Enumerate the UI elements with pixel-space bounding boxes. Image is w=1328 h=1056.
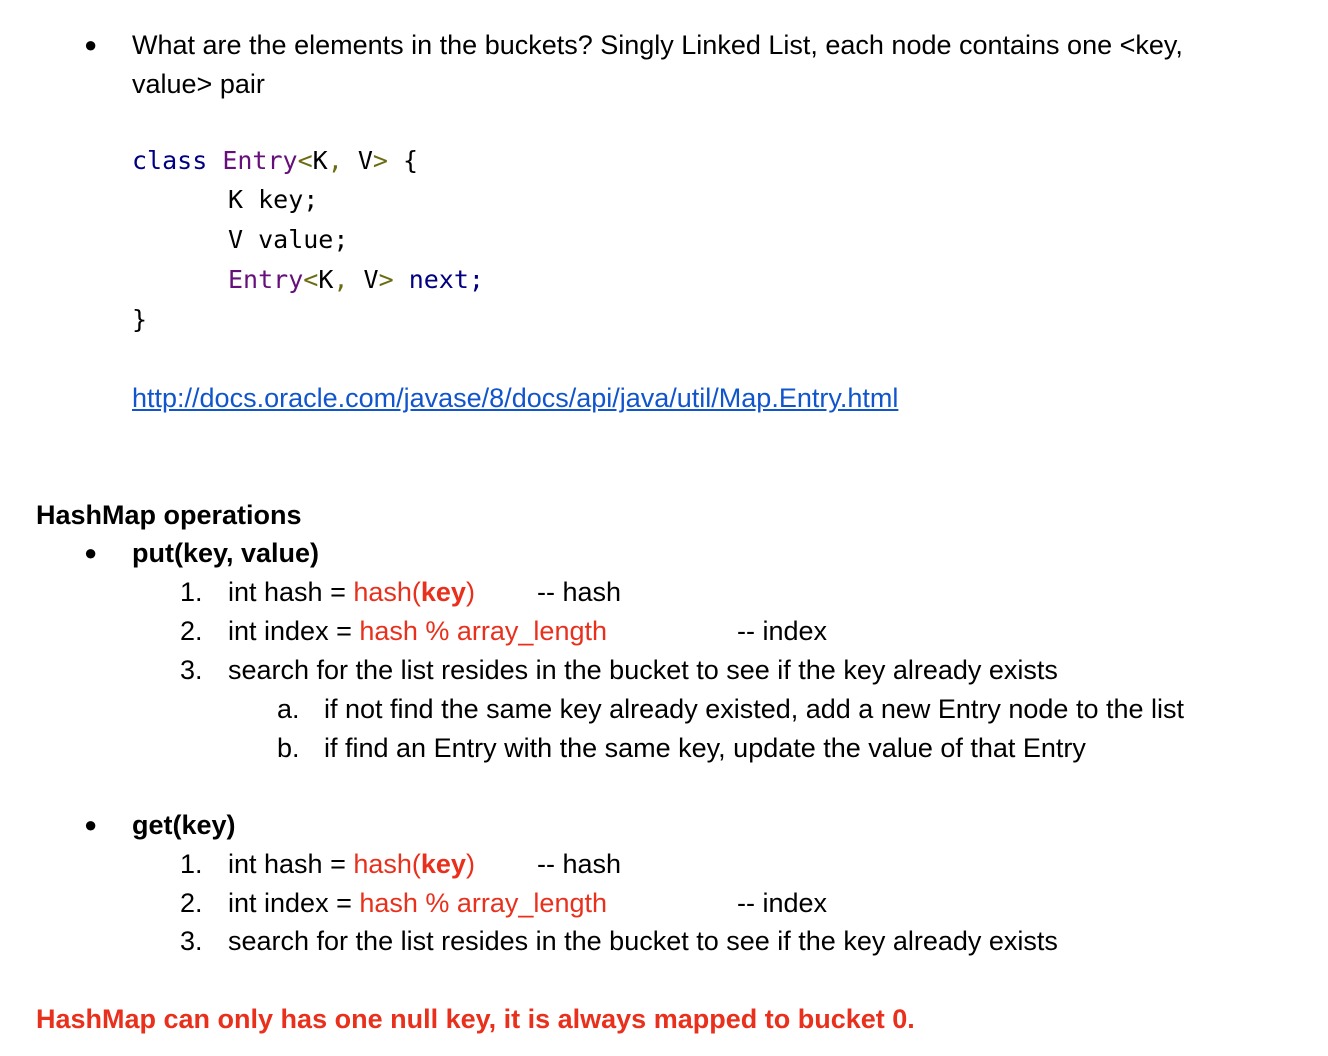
get-title: get(key) (132, 810, 236, 840)
code-v: V (357, 146, 373, 175)
bullet: ● (84, 32, 98, 57)
bullet: ● (84, 812, 98, 837)
code-next: next; (408, 265, 484, 294)
code-line-5: } (132, 305, 148, 334)
substep-text: if find an Entry with the same key, upda… (324, 733, 1086, 763)
bullet: ● (84, 540, 98, 565)
code-op: , (333, 265, 349, 294)
code-op: , (327, 146, 343, 175)
put-title: put(key, value) (132, 538, 320, 568)
step-number: 1. (180, 577, 203, 607)
step-number: 3. (180, 926, 203, 956)
step-text: search for the list resides in the bucke… (228, 655, 1058, 685)
step-comment: -- hash (537, 577, 622, 607)
step-comment: -- hash (537, 849, 622, 879)
substep-text: if not find the same key already existed… (324, 694, 1184, 724)
step-number: 2. (180, 616, 203, 646)
intro-line-1: What are the elements in the buckets? Si… (132, 30, 1183, 60)
code-line-3: V value; (228, 225, 349, 254)
code-line-1: class Entry<K, V> { (132, 146, 418, 176)
step-number: 3. (180, 655, 203, 685)
null-key-note: HashMap can only has one null key, it is… (36, 1004, 915, 1034)
code-line-4: Entry<K, V> next; (228, 265, 484, 295)
code-k: K (312, 146, 328, 175)
step-text: int index = hash % array_length (228, 616, 607, 646)
step-number: 1. (180, 849, 203, 879)
code-brace: { (403, 146, 419, 175)
code-keyword: class (132, 146, 208, 175)
code-line-2: K key; (228, 185, 319, 214)
step-text: int index = hash % array_length (228, 888, 607, 918)
code-op: < (303, 265, 319, 294)
step-text: int hash = hash(key) (228, 849, 475, 879)
step-number: 2. (180, 888, 203, 918)
oracle-docs-link[interactable]: http://docs.oracle.com/javase/8/docs/api… (132, 383, 898, 413)
code-op: > (378, 265, 394, 294)
step-comment: -- index (737, 888, 828, 918)
code-v: V (363, 265, 379, 294)
code-op: < (297, 146, 313, 175)
code-op: > (372, 146, 388, 175)
step-text: int hash = hash(key) (228, 577, 475, 607)
substep-label: a. (277, 694, 300, 724)
section-heading: HashMap operations (36, 500, 302, 530)
code-k: K (318, 265, 334, 294)
code-type: Entry (228, 265, 304, 294)
code-type: Entry (222, 146, 298, 175)
step-text: search for the list resides in the bucke… (228, 926, 1058, 956)
substep-label: b. (277, 733, 300, 763)
step-comment: -- index (737, 616, 828, 646)
intro-line-2: value> pair (132, 69, 265, 99)
